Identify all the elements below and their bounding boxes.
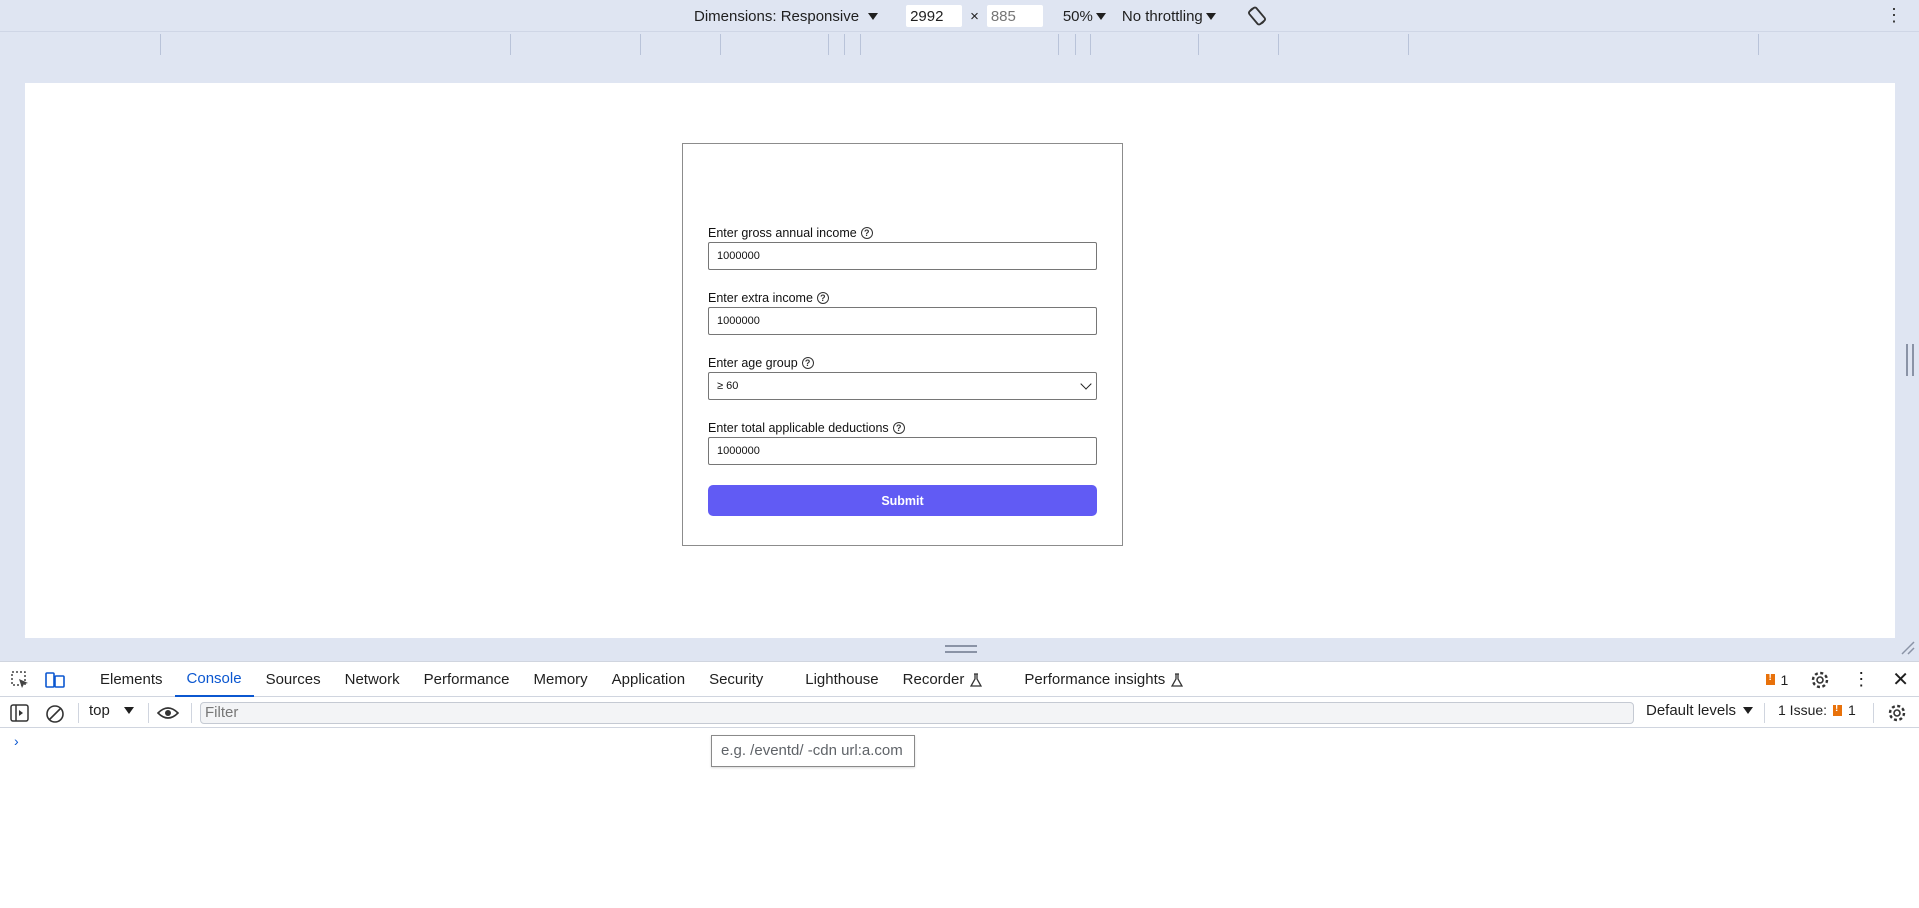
filter-hint-tooltip: e.g. /eventd/ -cdn url:a.com [711,735,915,767]
tab-network[interactable]: Network [333,662,412,697]
help-icon[interactable]: ? [892,422,905,434]
caret-down-icon [1095,12,1106,20]
issues-counter[interactable]: 1 [1766,672,1788,688]
kebab-icon[interactable]: ⋮ [1852,669,1870,690]
tab-recorder-label: Recorder [902,671,965,688]
age-group-value: ≥ 60 [717,380,739,392]
tab-recorder[interactable]: Recorder [891,662,995,697]
times-sign: × [970,7,979,25]
resize-handle-right[interactable] [1906,344,1914,376]
tab-console[interactable]: Console [174,662,254,697]
sidebar-toggle-icon[interactable] [10,704,30,722]
resize-corner-icon[interactable] [1900,640,1916,656]
issue-flag-icon [1766,672,1776,685]
zoom-label: 50% [1062,7,1093,25]
deductions-input[interactable]: 1000000 [708,437,1097,465]
flask-icon [1171,672,1184,687]
throttling-dropdown[interactable]: No throttling [1122,8,1216,25]
tab-sources[interactable]: Sources [254,662,333,697]
log-levels-dropdown[interactable]: Default levels [1646,702,1754,719]
tab-memory[interactable]: Memory [522,662,600,697]
tab-application[interactable]: Application [600,662,697,697]
issues-label: 1 Issue: [1778,702,1828,718]
rotate-icon[interactable] [1246,5,1268,27]
inspect-element-icon[interactable] [10,670,32,690]
help-icon[interactable]: ? [860,227,873,239]
age-group-label: Enter age group [708,356,798,370]
caret-down-icon [1205,12,1216,20]
console-prompt[interactable]: › [14,733,19,749]
extra-income-label: Enter extra income [708,291,813,305]
device-toolbar-icon[interactable] [44,670,66,690]
tab-lighthouse[interactable]: Lighthouse [775,662,890,697]
chevron-down-icon [1080,378,1092,390]
gross-income-field: Enter gross annual income ? 1000000 [708,225,1097,270]
zoom-dropdown[interactable]: 50% [1063,8,1106,25]
help-icon[interactable]: ? [816,292,829,304]
throttling-label: No throttling [1121,7,1203,25]
context-label: top [89,702,110,719]
caret-down-icon [868,12,879,20]
deductions-label: Enter total applicable deductions [708,421,889,435]
submit-button[interactable]: Submit [708,485,1097,516]
settings-gear-icon[interactable] [1810,670,1830,690]
filter-input[interactable]: Filter [200,702,1634,724]
issues-count: 1 [1848,702,1856,718]
eye-icon[interactable] [157,706,179,720]
close-icon[interactable]: ✕ [1892,667,1909,692]
issues-count: 1 [1780,671,1789,688]
context-selector[interactable]: top [89,702,134,719]
issues-link[interactable]: 1 Issue: 1 [1778,702,1856,718]
tab-performance[interactable]: Performance [412,662,522,697]
tab-elements[interactable]: Elements [88,662,175,697]
media-query-ruler [0,31,1919,56]
height-input[interactable] [986,5,1043,27]
caret-down-icon [123,707,134,714]
gross-income-label: Enter gross annual income [708,226,857,240]
caret-down-icon [1743,707,1754,714]
console-toolbar: top Filter Default levels 1 Issue: 1 [0,697,1919,728]
extra-income-field: Enter extra income ? 1000000 [708,290,1097,335]
console-settings-icon[interactable] [1887,703,1907,723]
issue-flag-icon [1833,703,1843,716]
devtools-tab-bar: Elements Console Sources Network Perform… [0,661,1919,697]
log-levels-label: Default levels [1646,702,1737,719]
tax-form-card: Enter gross annual income ? 1000000 Ente… [682,143,1123,546]
resize-handle-bottom[interactable] [945,645,977,653]
more-options-icon[interactable]: ⋮ [1885,6,1903,24]
tab-performance-insights[interactable]: Performance insights [994,662,1195,697]
dimensions-dropdown[interactable]: Dimensions: Responsive [694,7,879,25]
deductions-field: Enter total applicable deductions ? 1000… [708,420,1097,465]
dimensions-label: Dimensions: Responsive [694,7,860,25]
help-icon[interactable]: ? [801,357,814,369]
width-input[interactable] [906,5,963,27]
extra-income-input[interactable]: 1000000 [708,307,1097,335]
flask-icon [970,672,983,687]
age-group-field: Enter age group ? ≥ 60 [708,355,1097,400]
device-toolbar: Dimensions: Responsive × 50% No throttli… [0,0,1919,31]
clear-console-icon[interactable] [45,704,65,724]
tab-performance-insights-label: Performance insights [1024,671,1166,688]
age-group-select[interactable]: ≥ 60 [708,372,1097,400]
tab-security[interactable]: Security [697,662,775,697]
devtools-tabs: Elements Console Sources Network Perform… [88,662,1195,697]
gross-income-input[interactable]: 1000000 [708,242,1097,270]
